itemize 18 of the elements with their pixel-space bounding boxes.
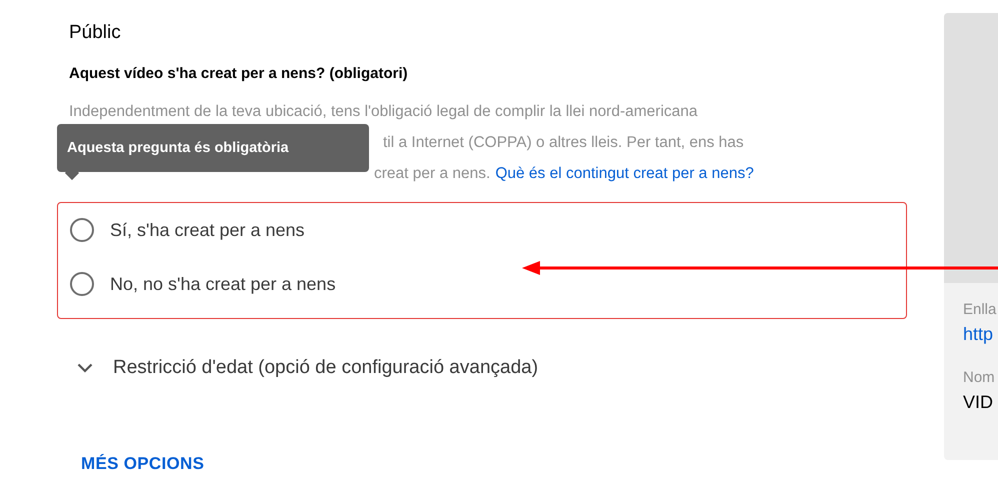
- radio-button[interactable]: [70, 272, 94, 296]
- description-text: creat per a nens.: [374, 164, 490, 184]
- more-options-link[interactable]: MÉS OPCIONS: [81, 454, 204, 474]
- tooltip: Aquesta pregunta és obligatòria: [57, 124, 369, 172]
- video-link[interactable]: http: [963, 324, 994, 345]
- radio-option[interactable]: No, no s'ha creat per a nens: [70, 272, 336, 296]
- section-title: Públic: [69, 22, 122, 45]
- radio-button[interactable]: [70, 218, 94, 242]
- description-text: til a Internet (COPPA) o altres lleis. Per tant, ens has: [383, 133, 744, 153]
- question-label: Aquest vídeo s'ha creat per a nens? (obligatori): [69, 65, 409, 82]
- radio-option[interactable]: Sí, s'ha creat per a nens: [70, 218, 305, 242]
- help-link[interactable]: Què és el contingut creat per a nens?: [495, 158, 754, 189]
- age-restriction-toggle[interactable]: Restricció d'edat (opció de configuració avançada): [77, 357, 538, 379]
- chevron-icon: [77, 363, 93, 373]
- file-name: VID: [963, 392, 994, 413]
- description-text: Independentment de la teva ubicació, tens l'obligació legal de complir la llei nord-americana: [69, 102, 698, 122]
- link-label: Enlla: [963, 301, 996, 318]
- name-label: Nom: [963, 369, 995, 386]
